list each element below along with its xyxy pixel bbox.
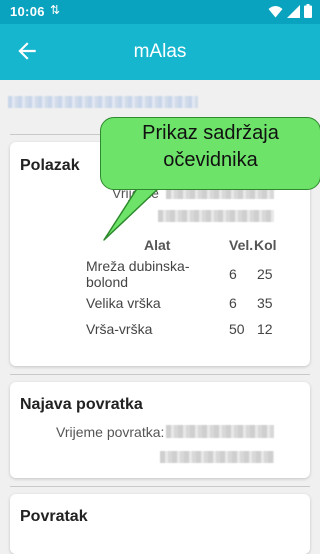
return-title: Povratak bbox=[20, 508, 88, 525]
signal-icon bbox=[287, 4, 300, 18]
divider bbox=[10, 486, 310, 487]
table-row: Vrša-vrška 50 12 bbox=[76, 316, 282, 342]
header-size: Vel. bbox=[229, 237, 254, 253]
sync-icon: ⇅ bbox=[50, 3, 61, 17]
tool-size: 6 bbox=[229, 266, 237, 282]
tool-size: 6 bbox=[229, 295, 237, 311]
status-bar: 10:06 ⇅ bbox=[0, 0, 320, 24]
tool-name: Mreža dubinska-bolond bbox=[86, 258, 190, 290]
tool-qty: 12 bbox=[257, 321, 273, 337]
tooltip-line-1: Prikaz sadržaja bbox=[142, 122, 279, 144]
return-date-redacted bbox=[160, 451, 274, 463]
tool-size: 50 bbox=[229, 321, 245, 337]
table-row: Velika vrška 6 35 bbox=[76, 290, 282, 316]
battery-icon bbox=[304, 4, 312, 18]
return-notice-title: Najava povratka bbox=[20, 396, 143, 413]
header-info-redacted bbox=[8, 96, 198, 108]
app-title: mAlas bbox=[133, 41, 187, 62]
departure-title: Polazak bbox=[20, 157, 80, 174]
return-card: Povratak bbox=[10, 494, 310, 554]
tools-table-header: Alat Vel. Kol bbox=[76, 232, 282, 258]
tooltip-pointer-mask bbox=[139, 186, 159, 189]
return-time-label: Vrijeme povratka: bbox=[56, 424, 165, 440]
status-icons bbox=[268, 4, 312, 18]
tooltip-line-2: očevidnika bbox=[163, 149, 258, 171]
table-row: Mreža dubinska-bolond 6 25 bbox=[76, 258, 282, 290]
tool-name: Vrša-vrška bbox=[86, 321, 153, 337]
tooltip-callout[interactable]: Prikaz sadržaja očevidnika bbox=[100, 117, 320, 190]
tools-table: Alat Vel. Kol Mreža dubinska-bolond 6 25… bbox=[76, 232, 282, 342]
return-time-redacted bbox=[166, 425, 274, 438]
app-bar: mAlas bbox=[0, 24, 320, 80]
departure-date-redacted bbox=[158, 210, 274, 222]
header-qty: Kol bbox=[254, 237, 277, 253]
wifi-icon bbox=[268, 5, 283, 17]
tool-qty: 35 bbox=[257, 295, 273, 311]
divider bbox=[10, 374, 310, 375]
tool-qty: 25 bbox=[257, 266, 273, 282]
status-time: 10:06 bbox=[10, 4, 45, 19]
tool-name: Velika vrška bbox=[86, 295, 161, 311]
header-tool: Alat bbox=[144, 237, 171, 253]
